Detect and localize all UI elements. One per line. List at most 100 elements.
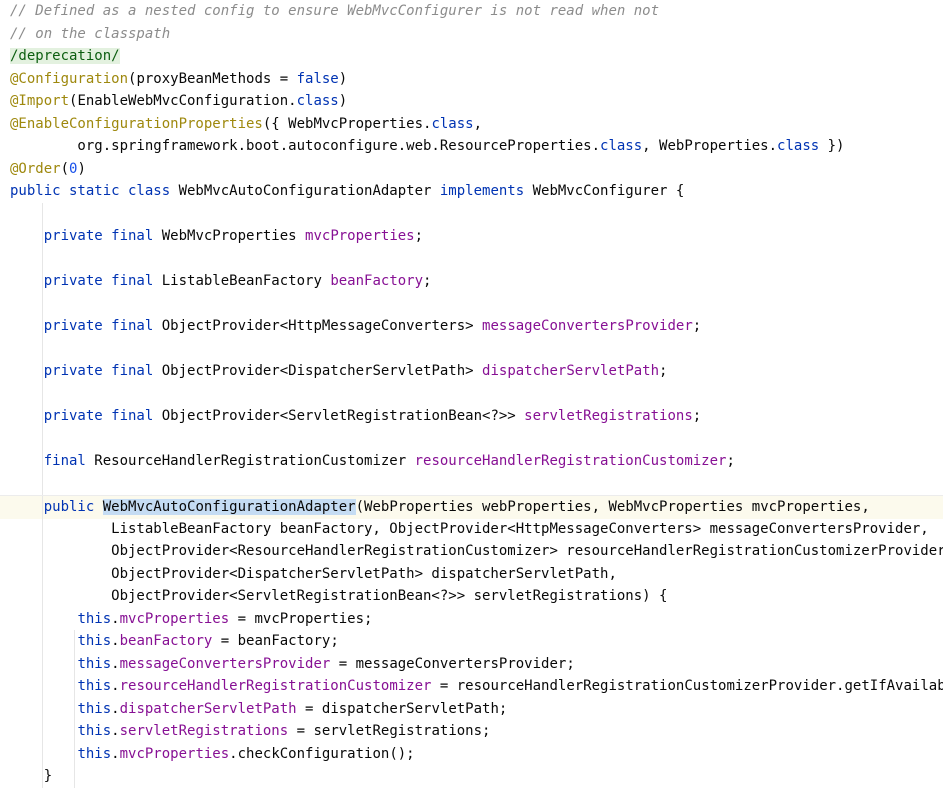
code-line[interactable] — [0, 202, 943, 225]
code-line[interactable]: private final ObjectProvider<DispatcherS… — [0, 360, 943, 383]
code-token: = resourceHandlerRegistrationCustomizerP… — [431, 678, 943, 694]
code-line[interactable]: ObjectProvider<DispatcherServletPath> di… — [0, 562, 943, 585]
code-token: messageConvertersProvider — [482, 318, 693, 334]
code-token: private final — [43, 228, 162, 244]
code-token: false — [296, 70, 339, 87]
code-editor[interactable]: // Defined as a nested config to ensure … — [0, 0, 943, 794]
code-line[interactable]: ObjectProvider<ResourceHandlerRegistrati… — [0, 540, 943, 563]
code-token: beanFactory — [330, 273, 424, 289]
code-line[interactable]: this.mvcProperties = mvcProperties; — [0, 607, 943, 630]
code-token: ObjectProvider<ResourceHandlerRegistrati… — [10, 543, 943, 559]
code-text: this.beanFactory = beanFactory; — [10, 630, 339, 653]
code-token: = dispatcherServletPath; — [296, 700, 508, 717]
code-token: this — [77, 745, 112, 762]
code-line[interactable]: private final ObjectProvider<HttpMessage… — [0, 315, 943, 338]
code-token: (proxyBeanMethods = — [128, 70, 297, 87]
code-text: this.servletRegistrations = servletRegis… — [10, 720, 490, 743]
code-token: this — [77, 723, 112, 739]
code-token: this — [77, 678, 112, 694]
code-line[interactable]: public static class WebMvcAutoConfigurat… — [0, 180, 943, 203]
code-line[interactable]: this.dispatcherServletPath = dispatcherS… — [0, 697, 943, 721]
code-text: final ResourceHandlerRegistrationCustomi… — [10, 450, 735, 473]
code-token: . — [111, 633, 120, 649]
code-token: this — [77, 655, 112, 672]
code-token: = beanFactory; — [212, 633, 339, 649]
code-text: this.mvcProperties.checkConfiguration(); — [10, 743, 414, 766]
code-line[interactable]: // on the classpath — [0, 23, 943, 46]
code-token: ({ WebMvcProperties. — [262, 115, 432, 132]
code-line[interactable]: // Defined as a nested config to ensure … — [0, 0, 943, 23]
code-token: // on the classpath — [10, 25, 171, 42]
code-line[interactable]: this.beanFactory = beanFactory; — [0, 630, 943, 653]
code-token: this — [77, 633, 112, 649]
code-line[interactable]: private final ListableBeanFactory beanFa… — [0, 270, 943, 293]
code-line[interactable]: } — [0, 765, 943, 788]
code-token: = servletRegistrations; — [288, 723, 491, 739]
code-text: @EnableConfigurationProperties({ WebMvcP… — [10, 113, 482, 136]
code-token: org.springframework.boot.autoconfigure.w… — [10, 138, 601, 154]
code-line[interactable]: @Configuration(proxyBeanMethods = false) — [0, 68, 943, 91]
code-token: mvcProperties — [119, 745, 230, 762]
code-line[interactable]: this.resourceHandlerRegistrationCustomiz… — [0, 675, 943, 698]
code-token: ObjectProvider<DispatcherServletPath> di… — [10, 565, 617, 582]
code-text: this.messageConvertersProvider = message… — [10, 653, 574, 676]
code-line[interactable] — [0, 472, 943, 495]
code-token: ( — [60, 160, 70, 177]
code-token: implements — [439, 183, 533, 199]
code-line[interactable]: org.springframework.boot.autoconfigure.w… — [0, 135, 943, 158]
code-token: ; — [659, 363, 668, 379]
code-line[interactable]: private final ObjectProvider<ServletRegi… — [0, 405, 943, 428]
code-line[interactable]: @Order(0) — [0, 158, 943, 181]
code-token: ; — [726, 453, 735, 469]
code-token: ; — [414, 228, 424, 244]
code-line[interactable]: @EnableConfigurationProperties({ WebMvcP… — [0, 113, 943, 136]
code-token: . — [111, 655, 120, 672]
code-token: private final — [43, 408, 162, 424]
code-token: WebMvcConfigurer { — [532, 183, 685, 199]
code-line[interactable]: public WebMvcAutoConfigurationAdapter(We… — [0, 495, 943, 519]
code-token: ; — [692, 408, 702, 424]
code-line[interactable]: final ResourceHandlerRegistrationCustomi… — [0, 450, 943, 473]
code-line[interactable] — [0, 427, 943, 450]
code-line[interactable] — [0, 247, 943, 270]
code-token: ) — [77, 160, 86, 177]
code-token: ResourceHandlerRegistrationCustomizer — [94, 453, 415, 469]
code-line[interactable]: ObjectProvider<ServletRegistrationBean<?… — [0, 585, 943, 608]
code-token: . — [111, 678, 120, 694]
code-line[interactable]: this.mvcProperties.checkConfiguration(); — [0, 742, 943, 766]
code-line[interactable] — [0, 337, 943, 360]
code-text: @Import(EnableWebMvcConfiguration.class) — [10, 90, 347, 113]
code-line[interactable]: this.servletRegistrations = servletRegis… — [0, 720, 943, 743]
code-line[interactable]: this.messageConvertersProvider = message… — [0, 652, 943, 676]
code-token: resourceHandlerRegistrationCustomizer — [119, 678, 432, 694]
code-text: // on the classpath — [10, 23, 170, 46]
indent-guide — [42, 202, 43, 225]
code-line[interactable]: private final WebMvcProperties mvcProper… — [0, 225, 943, 248]
code-token: mvcProperties — [119, 610, 230, 627]
code-token: /deprecation/ — [10, 48, 120, 64]
code-token: beanFactory — [119, 633, 213, 649]
code-text: org.springframework.boot.autoconfigure.w… — [10, 135, 844, 158]
code-token: messageConvertersProvider — [119, 655, 331, 672]
code-text: ObjectProvider<ResourceHandlerRegistrati… — [10, 540, 943, 563]
code-token: class — [296, 93, 339, 109]
code-token: servletRegistrations — [524, 408, 693, 424]
code-text: } — [10, 765, 52, 788]
code-line[interactable]: /deprecation/ — [0, 45, 943, 68]
code-line[interactable] — [0, 292, 943, 315]
code-token: @Import — [10, 93, 70, 109]
code-token: WebMvcProperties — [161, 228, 306, 244]
code-token: mvcProperties — [305, 228, 415, 244]
code-text: this.dispatcherServletPath = dispatcherS… — [10, 698, 507, 721]
code-text: private final ObjectProvider<HttpMessage… — [10, 315, 701, 338]
code-token: . — [111, 723, 120, 739]
code-line[interactable]: ListableBeanFactory beanFactory, ObjectP… — [0, 517, 943, 540]
code-line[interactable]: @Import(EnableWebMvcConfiguration.class) — [0, 90, 943, 113]
code-line[interactable] — [0, 382, 943, 405]
indent-guide — [42, 427, 43, 450]
